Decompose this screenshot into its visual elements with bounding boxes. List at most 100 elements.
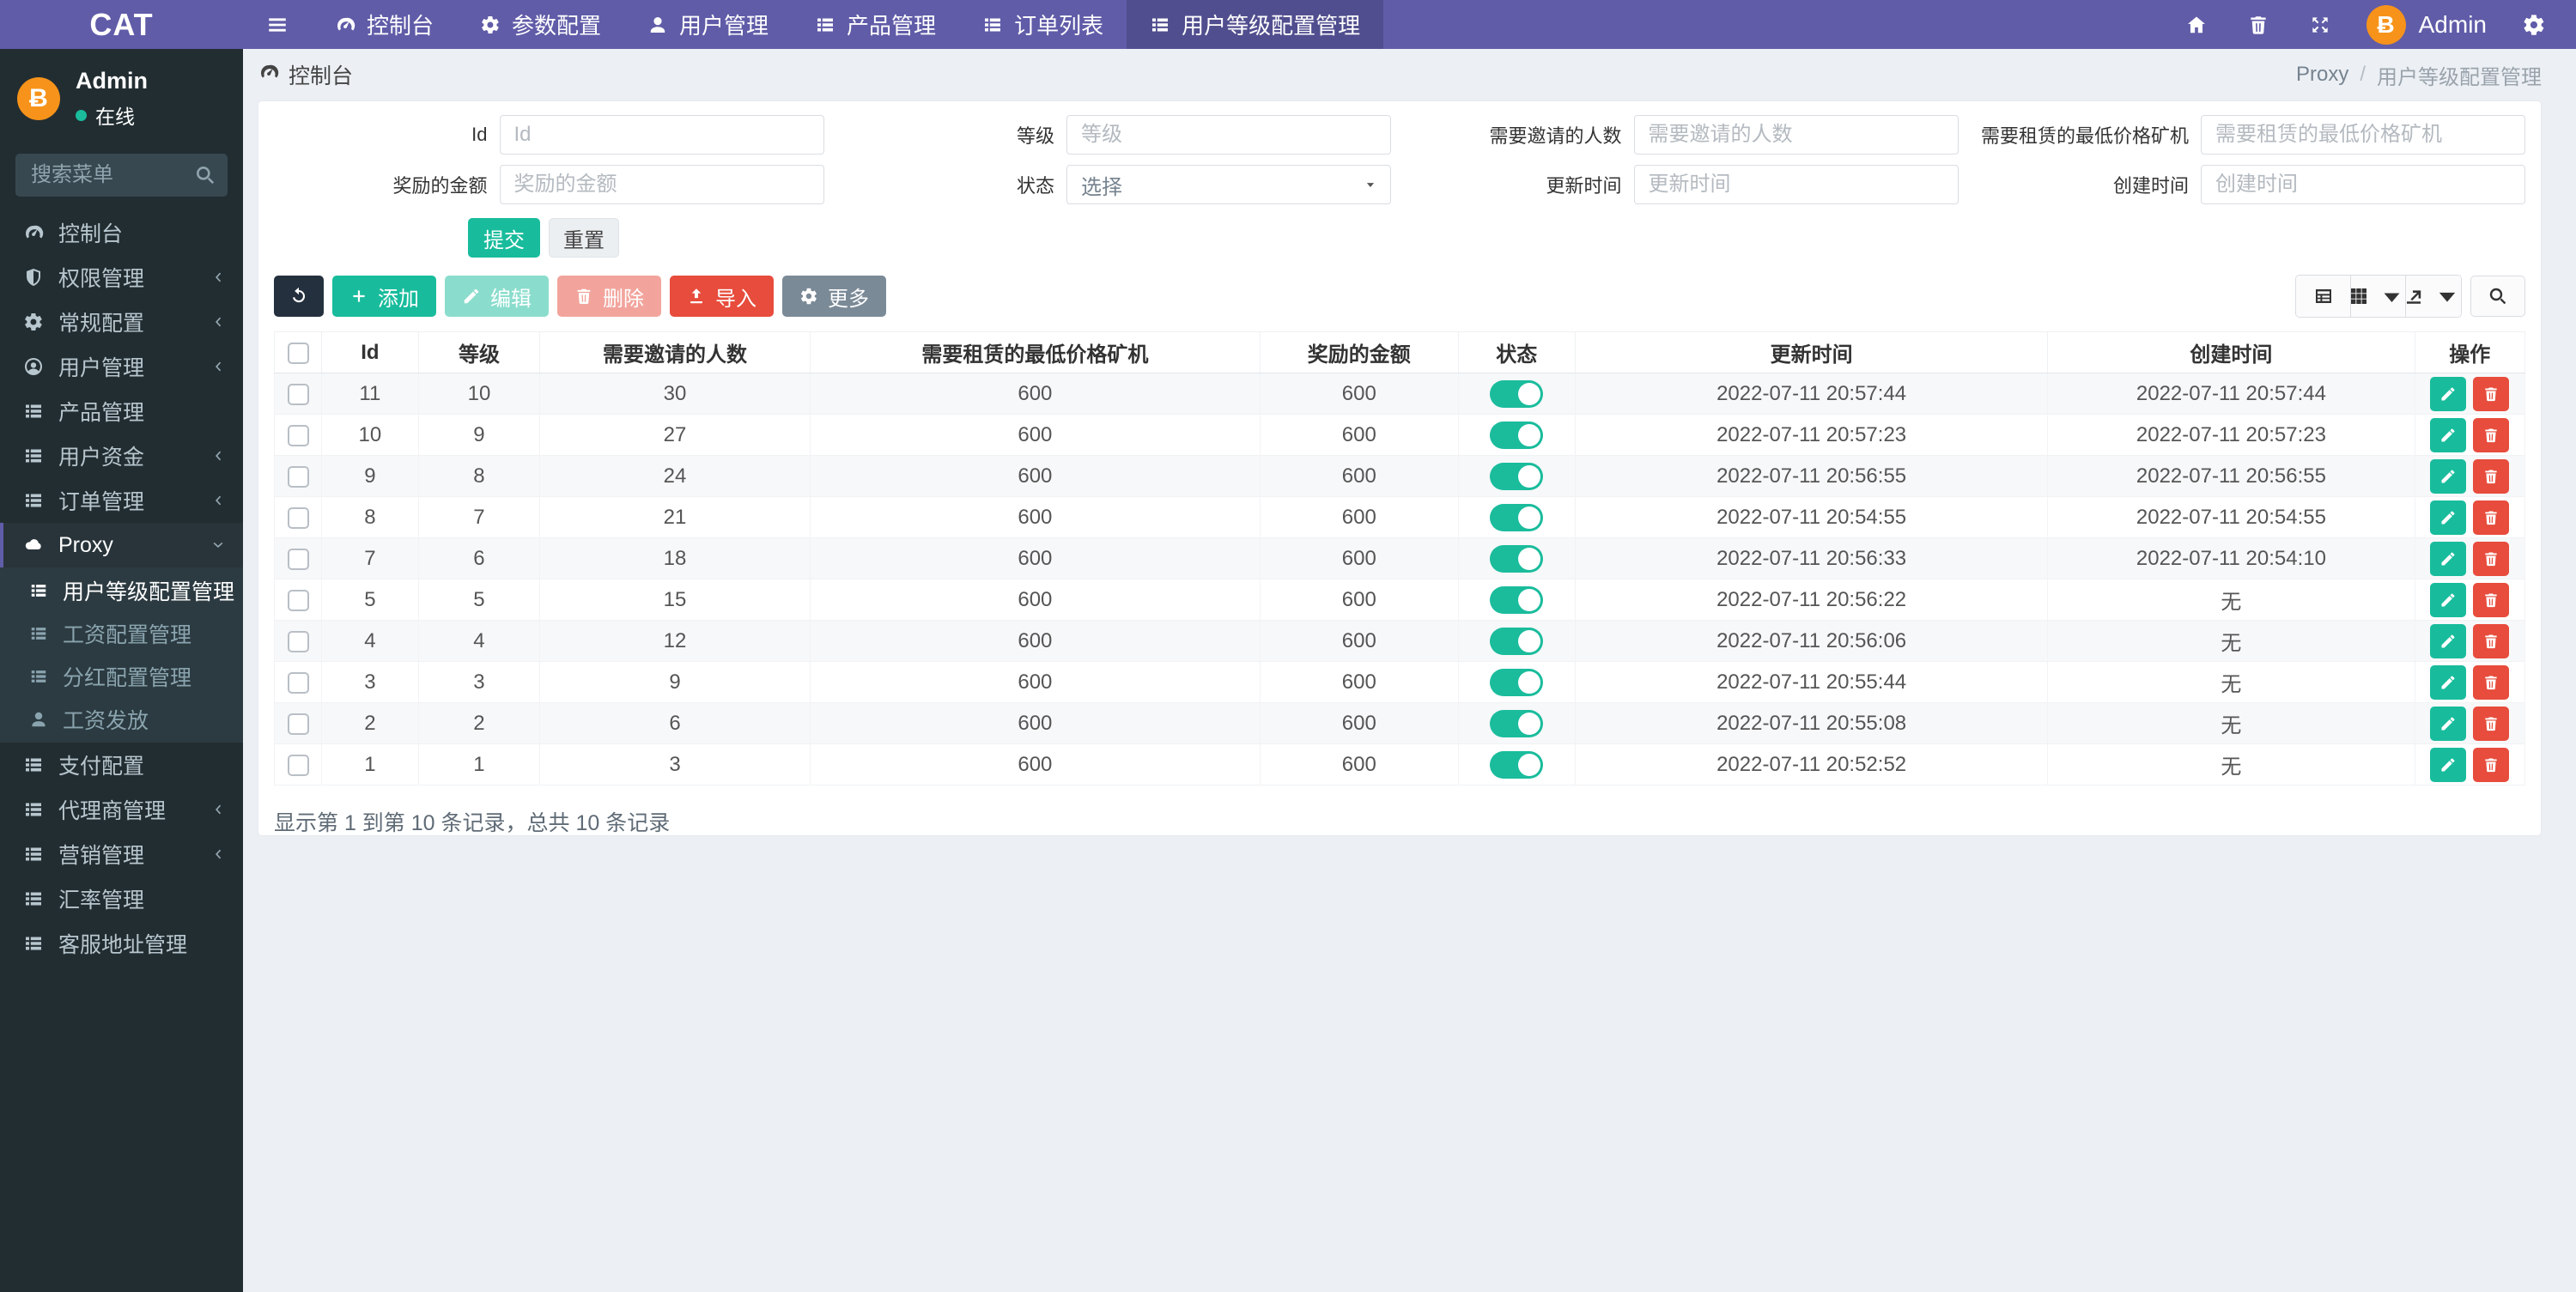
status-toggle-on[interactable] bbox=[1490, 462, 1544, 490]
sidebar-item-user-management[interactable]: 用户管理 bbox=[0, 344, 243, 389]
row-checkbox[interactable] bbox=[287, 465, 309, 488]
row-checkbox[interactable] bbox=[287, 630, 309, 652]
sidebar-item-proxy[interactable]: Proxy bbox=[0, 523, 243, 567]
status-toggle-on[interactable] bbox=[1490, 627, 1544, 655]
sidebar-item-payment-config[interactable]: 支付配置 bbox=[0, 743, 243, 787]
row-delete-button[interactable] bbox=[2473, 500, 2510, 535]
edit-button[interactable]: 编辑 bbox=[445, 276, 549, 317]
sidebar-item-marketing-management[interactable]: 营销管理 bbox=[0, 832, 243, 876]
breadcrumb-parent[interactable]: Proxy bbox=[2296, 63, 2348, 87]
row-checkbox[interactable] bbox=[287, 713, 309, 735]
status-toggle-on[interactable] bbox=[1490, 585, 1544, 614]
row-checkbox[interactable] bbox=[287, 589, 309, 611]
content-header: 控制台 bbox=[258, 59, 353, 90]
level-input[interactable] bbox=[1066, 115, 1391, 155]
sidebar-item-dividend-config[interactable]: 分红配置管理 bbox=[0, 655, 243, 698]
navbar-item-product-management[interactable]: 产品管理 bbox=[792, 0, 959, 49]
row-delete-button[interactable] bbox=[2473, 376, 2510, 411]
row-delete-button[interactable] bbox=[2473, 706, 2510, 741]
row-delete-button[interactable] bbox=[2473, 582, 2510, 617]
reset-button[interactable]: 重置 bbox=[549, 218, 619, 258]
row-edit-button[interactable] bbox=[2430, 500, 2467, 535]
filter-control bbox=[499, 165, 824, 204]
row-edit-button[interactable] bbox=[2430, 458, 2467, 494]
row-edit-button[interactable] bbox=[2430, 623, 2467, 658]
min-rent-price-input[interactable] bbox=[2201, 115, 2525, 155]
invite-count-input[interactable] bbox=[1633, 115, 1959, 155]
sidebar-item-salary-payout[interactable]: 工资发放 bbox=[0, 698, 243, 741]
row-checkbox[interactable] bbox=[287, 671, 309, 694]
cell-level: 4 bbox=[417, 620, 541, 662]
row-checkbox[interactable] bbox=[287, 424, 309, 446]
row-edit-button[interactable] bbox=[2430, 541, 2467, 576]
sidebar-item-user-level-config[interactable]: 用户等级配置管理 bbox=[0, 569, 243, 612]
status-toggle-on[interactable] bbox=[1490, 750, 1544, 779]
id-input[interactable] bbox=[499, 115, 824, 155]
pencil-icon bbox=[2441, 428, 2455, 441]
status-toggle-on[interactable] bbox=[1490, 503, 1544, 531]
sidebar-item-product-management[interactable]: 产品管理 bbox=[0, 389, 243, 434]
brand-logo[interactable]: CAT bbox=[0, 0, 243, 49]
row-edit-button[interactable] bbox=[2430, 664, 2467, 700]
row-delete-button[interactable] bbox=[2473, 541, 2510, 576]
status-toggle-on[interactable] bbox=[1490, 421, 1544, 449]
export-button[interactable] bbox=[2406, 276, 2461, 317]
table-search-button[interactable] bbox=[2470, 276, 2525, 317]
menu-search-button[interactable] bbox=[191, 162, 219, 190]
shield-icon bbox=[27, 269, 40, 286]
navbar-item-user-level-config[interactable]: 用户等级配置管理 bbox=[1127, 0, 1384, 49]
row-select-cell bbox=[273, 537, 323, 579]
row-edit-button[interactable] bbox=[2430, 747, 2467, 782]
row-edit-button[interactable] bbox=[2430, 376, 2467, 411]
row-checkbox[interactable] bbox=[287, 383, 309, 405]
columns-button[interactable] bbox=[2350, 276, 2406, 317]
row-checkbox[interactable] bbox=[287, 754, 309, 776]
navbar-item-params-config[interactable]: 参数配置 bbox=[457, 0, 624, 49]
update-time-input[interactable] bbox=[1633, 165, 1959, 204]
status-select[interactable]: 选择 bbox=[1066, 165, 1391, 204]
sidebar-item-service-address-management[interactable]: 客服地址管理 bbox=[0, 921, 243, 966]
create-time-input[interactable] bbox=[2201, 165, 2525, 204]
row-edit-button[interactable] bbox=[2430, 582, 2467, 617]
sidebar-item-salary-config[interactable]: 工资配置管理 bbox=[0, 612, 243, 655]
sidebar-item-order-management[interactable]: 订单管理 bbox=[0, 478, 243, 523]
row-delete-button[interactable] bbox=[2473, 664, 2510, 700]
fullscreen-button[interactable] bbox=[2289, 0, 2351, 49]
row-delete-button[interactable] bbox=[2473, 747, 2510, 782]
row-checkbox[interactable] bbox=[287, 548, 309, 570]
import-button[interactable]: 导入 bbox=[670, 276, 774, 317]
navbar-item-user-management[interactable]: 用户管理 bbox=[624, 0, 792, 49]
refresh-button[interactable] bbox=[274, 276, 324, 317]
sidebar-toggle-button[interactable] bbox=[243, 0, 312, 49]
status-toggle-on[interactable] bbox=[1490, 379, 1544, 408]
status-toggle-on[interactable] bbox=[1490, 544, 1544, 573]
row-delete-button[interactable] bbox=[2473, 417, 2510, 452]
more-button[interactable]: 更多 bbox=[782, 276, 886, 317]
home-button[interactable] bbox=[2166, 0, 2227, 49]
status-toggle-on[interactable] bbox=[1490, 668, 1544, 696]
sidebar-item-exchange-rate-management[interactable]: 汇率管理 bbox=[0, 876, 243, 921]
submit-button[interactable]: 提交 bbox=[468, 218, 540, 258]
navbar-item-dashboard[interactable]: 控制台 bbox=[312, 0, 457, 49]
user-menu[interactable]: Ƀ Admin bbox=[2351, 4, 2502, 45]
settings-button[interactable] bbox=[2502, 0, 2566, 49]
sidebar-item-dashboard[interactable]: 控制台 bbox=[0, 210, 243, 255]
sidebar-item-label: 订单管理 bbox=[58, 490, 145, 514]
row-checkbox[interactable] bbox=[287, 506, 309, 529]
row-delete-button[interactable] bbox=[2473, 623, 2510, 658]
add-button[interactable]: 添加 bbox=[332, 276, 436, 317]
status-toggle-on[interactable] bbox=[1490, 709, 1544, 737]
sidebar-item-permission-management[interactable]: 权限管理 bbox=[0, 255, 243, 300]
navbar-item-order-list[interactable]: 订单列表 bbox=[959, 0, 1127, 49]
reward-amount-input[interactable] bbox=[499, 165, 824, 204]
sidebar-item-agent-management[interactable]: 代理商管理 bbox=[0, 787, 243, 832]
delete-button[interactable]: 删除 bbox=[557, 276, 661, 317]
trash-button[interactable] bbox=[2227, 0, 2289, 49]
sidebar-item-user-funds[interactable]: 用户资金 bbox=[0, 434, 243, 478]
select-all-checkbox[interactable] bbox=[287, 342, 309, 364]
row-edit-button[interactable] bbox=[2430, 706, 2467, 741]
row-edit-button[interactable] bbox=[2430, 417, 2467, 452]
sidebar-item-general-config[interactable]: 常规配置 bbox=[0, 300, 243, 344]
toggle-pagination-button[interactable] bbox=[2296, 276, 2351, 317]
row-delete-button[interactable] bbox=[2473, 458, 2510, 494]
